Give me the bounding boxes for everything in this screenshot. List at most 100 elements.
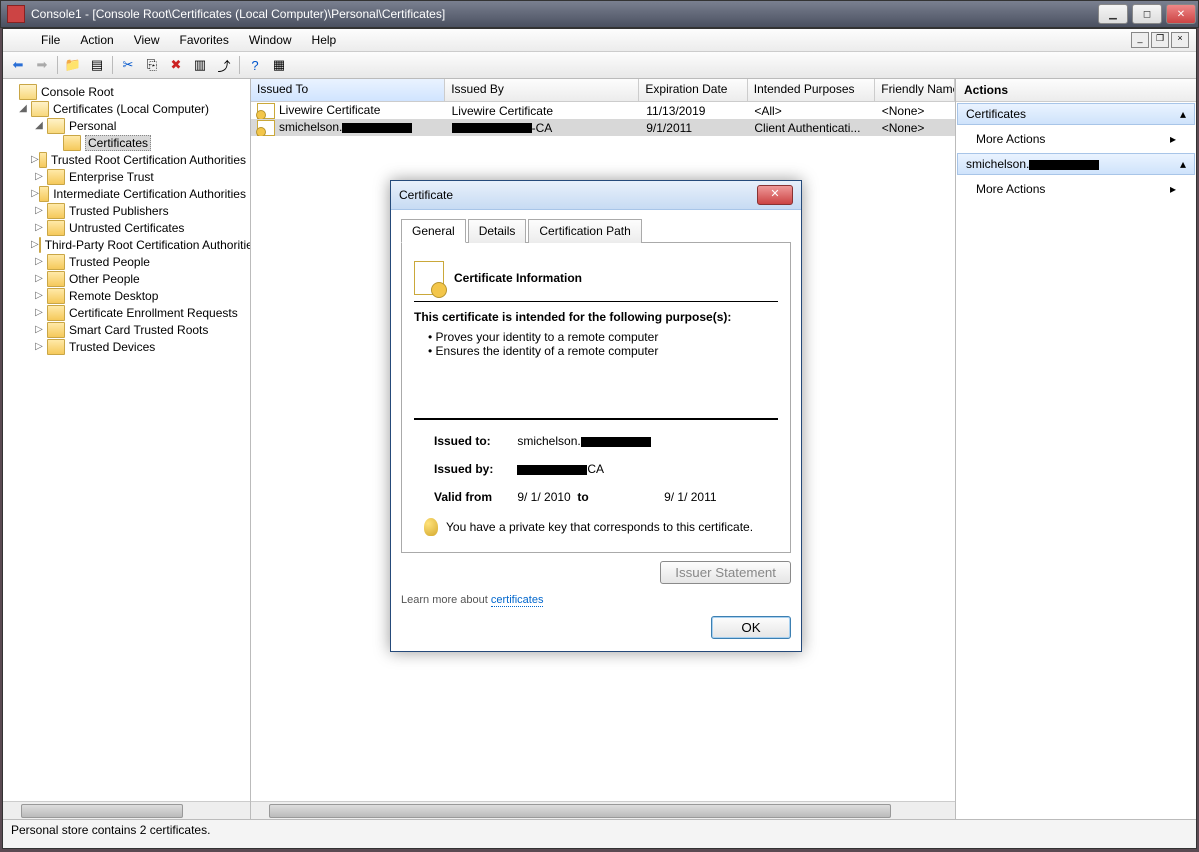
- chevron-right-icon: ▸: [1170, 182, 1176, 196]
- close-button[interactable]: ✕: [1166, 4, 1196, 24]
- folder-icon: [39, 237, 41, 253]
- private-key-note: You have a private key that corresponds …: [424, 518, 778, 536]
- learn-more: Learn more about certificates: [401, 594, 791, 606]
- tree-untrusted[interactable]: ▷Untrusted Certificates: [3, 219, 250, 236]
- purposes-label: This certificate is intended for the fol…: [414, 310, 778, 324]
- options-icon[interactable]: ▦: [268, 54, 290, 76]
- folder-icon: [63, 135, 81, 151]
- folder-icon: [47, 169, 65, 185]
- redacted: [452, 123, 532, 133]
- key-icon: [424, 518, 438, 536]
- dialog-close-button[interactable]: ✕: [757, 185, 793, 205]
- tree-other-people[interactable]: ▷Other People: [3, 270, 250, 287]
- menu-favorites[interactable]: Favorites: [170, 30, 239, 50]
- table-row[interactable]: smichelson. -CA 9/1/2011 Client Authenti…: [251, 119, 955, 136]
- folder-icon: [19, 84, 37, 100]
- certificate-icon: [257, 103, 275, 119]
- tree-trusted-devices[interactable]: ▷Trusted Devices: [3, 338, 250, 355]
- tree-remote-desktop[interactable]: ▷Remote Desktop: [3, 287, 250, 304]
- folder-icon: [47, 254, 65, 270]
- window-title: Console1 - [Console Root\Certificates (L…: [31, 7, 445, 21]
- redacted: [581, 437, 651, 447]
- learn-more-link[interactable]: certificates: [491, 594, 544, 607]
- actions-pane: Actions Certificates▴ More Actions▸ smic…: [956, 79, 1196, 819]
- menu-view[interactable]: View: [124, 30, 170, 50]
- tree-hscroll[interactable]: [3, 801, 250, 819]
- menu-action[interactable]: Action: [70, 30, 123, 50]
- export-icon[interactable]: ⤴: [213, 54, 235, 76]
- actions-section-certificates[interactable]: Certificates▴: [957, 103, 1195, 125]
- folder-icon: [47, 305, 65, 321]
- show-hide-tree-icon[interactable]: ▤: [86, 54, 108, 76]
- certificate-icon: [414, 261, 444, 295]
- redacted: [517, 465, 587, 475]
- col-issued-to[interactable]: Issued To: [251, 79, 445, 101]
- minimize-button[interactable]: ▁: [1098, 4, 1128, 24]
- tree-intermediate[interactable]: ▷Intermediate Certification Authorities: [3, 185, 250, 202]
- tree-third-party[interactable]: ▷Third-Party Root Certification Authorit…: [3, 236, 250, 253]
- menu-help[interactable]: Help: [302, 30, 347, 50]
- menu-window[interactable]: Window: [239, 30, 302, 50]
- issued-by: Issued by: CA: [434, 462, 778, 476]
- certificate-icon: [257, 120, 275, 136]
- tree-trusted-publishers[interactable]: ▷Trusted Publishers: [3, 202, 250, 219]
- issued-to: Issued to: smichelson.: [434, 434, 778, 448]
- folder-icon: [31, 101, 49, 117]
- tree-smartcard[interactable]: ▷Smart Card Trusted Roots: [3, 321, 250, 338]
- forward-icon[interactable]: ➡: [31, 54, 53, 76]
- cut-icon[interactable]: ✂: [117, 54, 139, 76]
- actions-more[interactable]: More Actions▸: [956, 126, 1196, 152]
- tab-certification-path[interactable]: Certification Path: [528, 219, 641, 243]
- actions-section-selected[interactable]: smichelson.▴: [957, 153, 1195, 175]
- col-expiration[interactable]: Expiration Date: [639, 79, 747, 101]
- maximize-button[interactable]: ◻: [1132, 4, 1162, 24]
- back-icon[interactable]: ⬅: [7, 54, 29, 76]
- tree-enterprise-trust[interactable]: ▷Enterprise Trust: [3, 168, 250, 185]
- tree-trusted-people[interactable]: ▷Trusted People: [3, 253, 250, 270]
- purposes-list: Proves your identity to a remote compute…: [428, 330, 778, 358]
- tab-general[interactable]: General: [401, 219, 466, 243]
- tree-trusted-root[interactable]: ▷Trusted Root Certification Authorities: [3, 151, 250, 168]
- menubar: File Action View Favorites Window Help _…: [3, 29, 1196, 52]
- menu-file[interactable]: File: [31, 30, 70, 50]
- issuer-statement-button: Issuer Statement: [660, 561, 791, 584]
- dialog-titlebar[interactable]: Certificate ✕: [391, 181, 801, 210]
- tree-certificates[interactable]: Certificates: [3, 134, 250, 151]
- help-icon[interactable]: ?: [244, 54, 266, 76]
- tree-certificates-local[interactable]: ◢Certificates (Local Computer): [3, 100, 250, 117]
- window-titlebar: Console1 - [Console Root\Certificates (L…: [0, 0, 1199, 28]
- tree-personal[interactable]: ◢Personal: [3, 117, 250, 134]
- folder-icon: [47, 271, 65, 287]
- folder-icon: [47, 118, 65, 134]
- col-issued-by[interactable]: Issued By: [445, 79, 639, 101]
- table-row[interactable]: Livewire Certificate Livewire Certificat…: [251, 102, 955, 119]
- properties-icon[interactable]: ▥: [189, 54, 211, 76]
- collapse-icon: ▴: [1180, 107, 1186, 121]
- folder-icon: [47, 203, 65, 219]
- copy-icon[interactable]: ⎘: [141, 54, 163, 76]
- folder-icon: [47, 339, 65, 355]
- actions-more-selected[interactable]: More Actions▸: [956, 176, 1196, 202]
- toolbar: ⬅ ➡ 📁 ▤ ✂ ⎘ ✖ ▥ ⤴ ? ▦: [3, 52, 1196, 79]
- up-folder-icon[interactable]: 📁: [62, 54, 84, 76]
- col-friendly[interactable]: Friendly Name: [875, 79, 955, 101]
- folder-icon: [47, 220, 65, 236]
- tree-enrollment[interactable]: ▷Certificate Enrollment Requests: [3, 304, 250, 321]
- delete-icon[interactable]: ✖: [165, 54, 187, 76]
- actions-header: Actions: [956, 79, 1196, 102]
- tree-root[interactable]: Console Root: [3, 83, 250, 100]
- mdi-restore-button[interactable]: ❐: [1151, 32, 1169, 48]
- certificate-dialog: Certificate ✕ General Details Certificat…: [390, 180, 802, 652]
- redacted: [342, 123, 412, 133]
- col-purposes[interactable]: Intended Purposes: [748, 79, 875, 101]
- mdi-close-button[interactable]: ×: [1171, 32, 1189, 48]
- list-hscroll[interactable]: [251, 801, 955, 819]
- mdi-minimize-button[interactable]: _: [1131, 32, 1149, 48]
- tree-pane[interactable]: Console Root ◢Certificates (Local Comput…: [3, 79, 251, 819]
- dialog-tabs: General Details Certification Path: [401, 218, 791, 243]
- tab-details[interactable]: Details: [468, 219, 527, 243]
- folder-icon: [39, 186, 49, 202]
- certificate-info-heading: Certificate Information: [454, 271, 582, 285]
- ok-button[interactable]: OK: [711, 616, 791, 639]
- folder-icon: [47, 288, 65, 304]
